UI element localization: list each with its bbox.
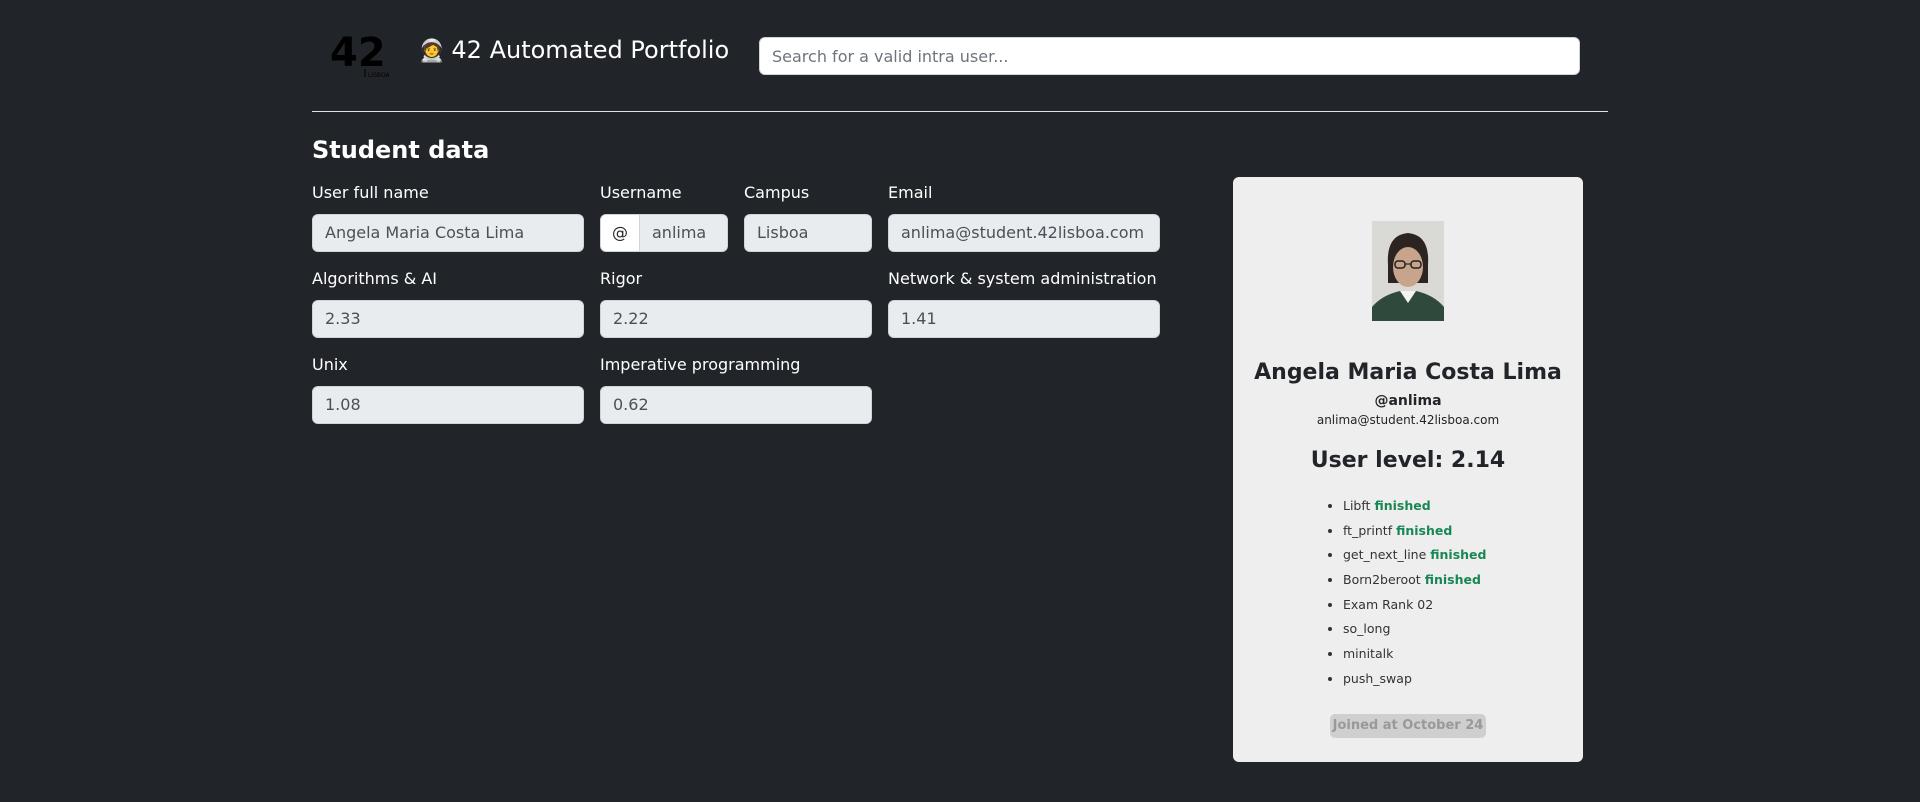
svg-text:42: 42 xyxy=(330,30,386,76)
username-field[interactable]: anlima xyxy=(639,214,728,252)
project-item: minitalk xyxy=(1343,642,1486,667)
unix-field[interactable]: 1.08 xyxy=(312,386,584,424)
project-status: finished xyxy=(1424,572,1481,588)
header: 42 LISBOA 🧑‍🚀 42 Automated Portfolio xyxy=(312,0,1608,112)
project-item: Libft finished xyxy=(1343,494,1486,519)
42-lisboa-logo[interactable]: 42 LISBOA xyxy=(330,30,396,80)
project-item: so_long xyxy=(1343,617,1486,642)
full-name-field[interactable]: Angela Maria Costa Lima xyxy=(312,214,584,252)
brand-title[interactable]: 🧑‍🚀 42 Automated Portfolio xyxy=(418,36,729,64)
search-input[interactable] xyxy=(759,37,1580,75)
project-item: get_next_line finished xyxy=(1343,543,1486,568)
project-status: finished xyxy=(1396,522,1453,538)
card-email: anlima@student.42lisboa.com xyxy=(1316,413,1500,427)
project-name: Libft xyxy=(1343,498,1371,513)
campus-field[interactable]: Lisboa xyxy=(744,214,872,252)
header-divider xyxy=(312,111,1608,112)
network-label: Network & system administration xyxy=(888,269,1157,288)
unix-label: Unix xyxy=(312,355,348,374)
algorithms-label: Algorithms & AI xyxy=(312,269,438,288)
email-label: Email xyxy=(888,183,933,202)
project-name: get_next_line xyxy=(1343,547,1427,563)
project-item: Born2beroot finished xyxy=(1343,568,1486,593)
joined-badge: Joined at October 24 xyxy=(1330,714,1486,738)
project-item: push_swap xyxy=(1343,667,1486,692)
project-name: ft_printf xyxy=(1343,522,1393,538)
username-label: Username xyxy=(600,183,682,202)
svg-text:LISBOA: LISBOA xyxy=(368,72,391,79)
campus-label: Campus xyxy=(744,183,810,202)
profile-card: Angela Maria Costa Lima @anlima anlima@s… xyxy=(1233,177,1583,762)
project-name: Born2beroot xyxy=(1343,572,1421,588)
imperative-label: Imperative programming xyxy=(600,355,801,374)
project-name: push_swap xyxy=(1343,670,1412,686)
project-status: finished xyxy=(1430,547,1487,563)
email-field[interactable]: anlima@student.42lisboa.com xyxy=(888,214,1160,252)
astronaut-icon: 🧑‍🚀 xyxy=(418,39,446,64)
network-field[interactable]: 1.41 xyxy=(888,300,1160,338)
imperative-field[interactable]: 0.62 xyxy=(600,386,872,424)
project-list: Libft finished ft_printf finished get_ne… xyxy=(1327,494,1486,692)
project-item: Exam Rank 02 xyxy=(1343,593,1486,618)
card-full-name: Angela Maria Costa Lima xyxy=(1254,360,1562,385)
brand-title-text: 42 Automated Portfolio xyxy=(451,36,730,64)
project-name: so_long xyxy=(1343,621,1391,637)
user-level: User level: 2.14 xyxy=(1310,448,1506,473)
project-item: ft_printf finished xyxy=(1343,519,1486,544)
algorithms-field[interactable]: 2.33 xyxy=(312,300,584,338)
section-title: Student data xyxy=(312,136,490,164)
avatar xyxy=(1372,221,1444,321)
project-name: Exam Rank 02 xyxy=(1343,596,1434,612)
full-name-label: User full name xyxy=(312,183,429,202)
at-prefix: @ xyxy=(600,214,640,252)
project-status: finished xyxy=(1374,498,1431,513)
rigor-label: Rigor xyxy=(600,269,643,288)
project-name: minitalk xyxy=(1343,646,1394,662)
rigor-field[interactable]: 2.22 xyxy=(600,300,872,338)
card-login: @anlima xyxy=(1374,393,1442,409)
